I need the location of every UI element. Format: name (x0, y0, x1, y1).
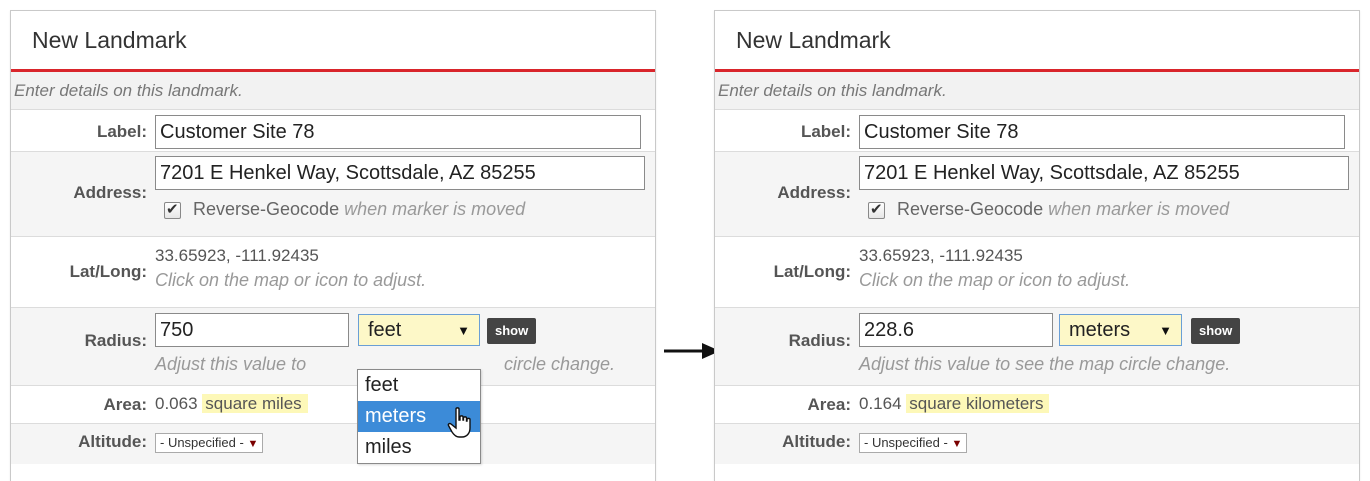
arrow-right-icon (664, 343, 720, 359)
radius-unit-select[interactable]: feet ▼ (358, 314, 480, 346)
label-input[interactable]: Customer Site 78 (859, 115, 1345, 149)
address-input[interactable]: 7201 E Henkel Way, Scottsdale, AZ 85255 (155, 156, 645, 190)
radius-unit-select[interactable]: meters ▼ (1059, 314, 1182, 346)
altitude-caption: Altitude: (782, 432, 851, 451)
label-row: Label: Customer Site 78 (11, 110, 655, 152)
latlong-hint: Click on the map or icon to adjust. (155, 270, 427, 290)
radius-row: Radius: 228.6 meters ▼ show Adjust this … (715, 308, 1359, 386)
address-row: Address: 7201 E Henkel Way, Scottsdale, … (11, 152, 655, 237)
show-radius-button[interactable]: show (1191, 318, 1241, 344)
area-caption: Area: (807, 395, 851, 414)
reverse-geocode-label: Reverse-Geocode (193, 199, 340, 219)
panel-title: New Landmark (11, 11, 655, 72)
dropdown-caret-icon: ▼ (1159, 322, 1172, 338)
reverse-geocode-checkbox[interactable] (164, 200, 181, 219)
label-caption: Label: (96, 122, 147, 141)
address-caption: Address: (777, 183, 851, 202)
address-input[interactable]: 7201 E Henkel Way, Scottsdale, AZ 85255 (859, 156, 1349, 190)
altitude-row: Altitude: - Unspecified - ▼ (11, 424, 655, 464)
reverse-geocode-label: Reverse-Geocode (897, 199, 1044, 219)
address-caption: Address: (73, 183, 147, 202)
label-row: Label: Customer Site 78 (715, 110, 1359, 152)
latlong-hint: Click on the map or icon to adjust. (859, 270, 1131, 290)
altitude-value: - Unspecified - (864, 435, 948, 450)
unit-option[interactable]: feet (358, 370, 480, 401)
area-unit: square kilometers (906, 394, 1050, 413)
landmark-panel-after: New Landmark Enter details on this landm… (714, 10, 1360, 481)
dropdown-caret-icon: ▼ (457, 322, 470, 338)
reverse-geocode-hint: when marker is moved (1048, 199, 1230, 219)
area-value: 0.164 (859, 394, 902, 413)
radius-hint-end: circle change. (504, 354, 616, 374)
altitude-value: - Unspecified - (160, 435, 244, 450)
panel-title: New Landmark (715, 11, 1359, 72)
radius-row: Radius: 750 feet ▼ show Adjust this valu… (11, 308, 655, 386)
intro-text: Enter details on this landmark. (715, 72, 1359, 110)
latlong-caption: Lat/Long: (773, 262, 851, 281)
altitude-row: Altitude: - Unspecified - ▼ (715, 424, 1359, 464)
intro-text: Enter details on this landmark. (11, 72, 655, 110)
radius-unit-value: feet (368, 318, 402, 341)
landmark-panel-before: New Landmark Enter details on this landm… (10, 10, 656, 481)
area-unit: square miles (202, 394, 308, 413)
altitude-caption: Altitude: (78, 432, 147, 451)
radius-unit-value: meters (1069, 318, 1131, 341)
latlong-row: Lat/Long: 33.65923, -111.92435 Click on … (715, 237, 1359, 308)
radius-hint: Adjust this value to see the map circle … (859, 354, 1231, 374)
radius-caption: Radius: (788, 331, 851, 350)
altitude-select[interactable]: - Unspecified - ▼ (859, 433, 968, 453)
altitude-caret-icon: ▼ (951, 438, 963, 450)
area-row: Area: 0.164 square kilometers (715, 386, 1359, 424)
altitude-caret-icon: ▼ (247, 438, 259, 450)
label-input[interactable]: Customer Site 78 (155, 115, 641, 149)
reverse-geocode-hint: when marker is moved (344, 199, 526, 219)
label-caption: Label: (800, 122, 851, 141)
hand-cursor-icon (447, 407, 471, 438)
area-caption: Area: (103, 395, 147, 414)
area-value: 0.063 (155, 394, 198, 413)
area-row: Area: 0.063 square miles (11, 386, 655, 424)
altitude-select[interactable]: - Unspecified - ▼ (155, 433, 264, 453)
reverse-geocode-checkbox[interactable] (868, 200, 885, 219)
latlong-value: 33.65923, -111.92435 (155, 246, 319, 265)
radius-caption: Radius: (84, 331, 147, 350)
address-row: Address: 7201 E Henkel Way, Scottsdale, … (715, 152, 1359, 237)
latlong-value: 33.65923, -111.92435 (859, 246, 1023, 265)
latlong-caption: Lat/Long: (69, 262, 147, 281)
radius-hint-start: Adjust this value to (155, 354, 307, 374)
radius-input[interactable]: 228.6 (859, 313, 1053, 347)
latlong-row: Lat/Long: 33.65923, -111.92435 Click on … (11, 237, 655, 308)
radius-input[interactable]: 750 (155, 313, 349, 347)
show-radius-button[interactable]: show (487, 318, 537, 344)
